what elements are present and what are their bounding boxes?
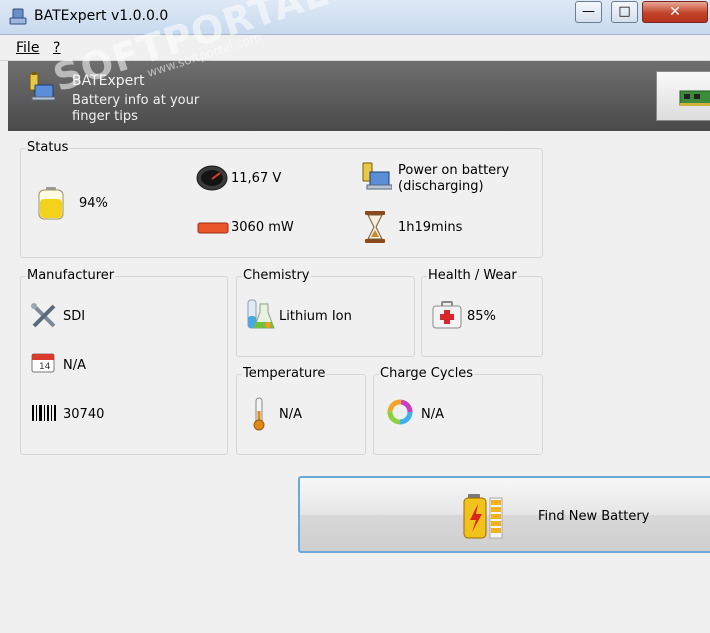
- gauge-icon: [196, 165, 228, 191]
- laptop-power-icon: [362, 162, 392, 190]
- barcode-icon: [32, 405, 56, 421]
- close-icon: ✕: [669, 4, 681, 20]
- time-left-value: 1h19mins: [398, 220, 463, 235]
- minimize-button[interactable]: —: [575, 1, 602, 23]
- power-source-value: Power on battery (discharging): [398, 163, 510, 194]
- maximize-button[interactable]: □: [611, 1, 638, 23]
- menu-file[interactable]: File: [16, 40, 39, 56]
- title-bar: BATExpert v1.0.0.0 — □ ✕: [0, 0, 710, 35]
- header-board-button[interactable]: [656, 71, 710, 121]
- cycles-label: Charge Cycles: [379, 366, 475, 381]
- health-value: 85%: [467, 309, 496, 324]
- app-header: BATExpert Battery info at your finger ti…: [8, 61, 710, 131]
- temperature-label: Temperature: [242, 366, 327, 381]
- voltage-value: 11,67 V: [231, 171, 282, 186]
- calendar-icon: 14: [31, 353, 55, 373]
- serial-value: 30740: [63, 407, 105, 422]
- cycle-icon: [387, 399, 413, 425]
- power-value: 3060 mW: [231, 220, 294, 235]
- close-button[interactable]: ✕: [642, 1, 708, 23]
- header-tagline: Battery info at your finger tips: [72, 93, 200, 124]
- charge-value: 94%: [79, 196, 108, 211]
- menu-bar: File ?: [0, 35, 710, 61]
- find-new-battery-label: Find New Battery: [538, 509, 650, 524]
- find-new-battery-button[interactable]: Find New Battery: [298, 476, 710, 553]
- hourglass-icon: [365, 211, 385, 243]
- header-app-name: BATExpert: [72, 73, 145, 89]
- chemistry-label: Chemistry: [242, 268, 311, 283]
- first-aid-icon: [432, 301, 462, 329]
- minimize-icon: —: [582, 4, 595, 19]
- cycles-value: N/A: [421, 407, 444, 422]
- menu-help[interactable]: ?: [53, 40, 60, 56]
- health-label: Health / Wear: [427, 268, 518, 283]
- flasks-icon: [247, 299, 275, 329]
- power-bar-icon: [197, 222, 229, 234]
- manufacturer-value: SDI: [63, 309, 86, 324]
- tools-icon: [31, 303, 56, 328]
- chemistry-value: Lithium Ion: [279, 309, 352, 324]
- thermometer-icon: [253, 397, 265, 431]
- app-icon: [9, 8, 27, 25]
- laptop-battery-icon: [29, 72, 55, 101]
- status-label: Status: [26, 140, 70, 155]
- circuit-board-icon: [679, 90, 710, 106]
- svg-text:14: 14: [39, 362, 51, 372]
- battery-level-icon: [38, 187, 64, 220]
- temperature-value: N/A: [279, 407, 302, 422]
- battery-charge-icon: [463, 494, 503, 539]
- manufacturer-label: Manufacturer: [26, 268, 116, 283]
- manufacture-date-value: N/A: [63, 358, 86, 373]
- window-title: BATExpert v1.0.0.0: [34, 8, 169, 24]
- maximize-icon: □: [618, 4, 631, 19]
